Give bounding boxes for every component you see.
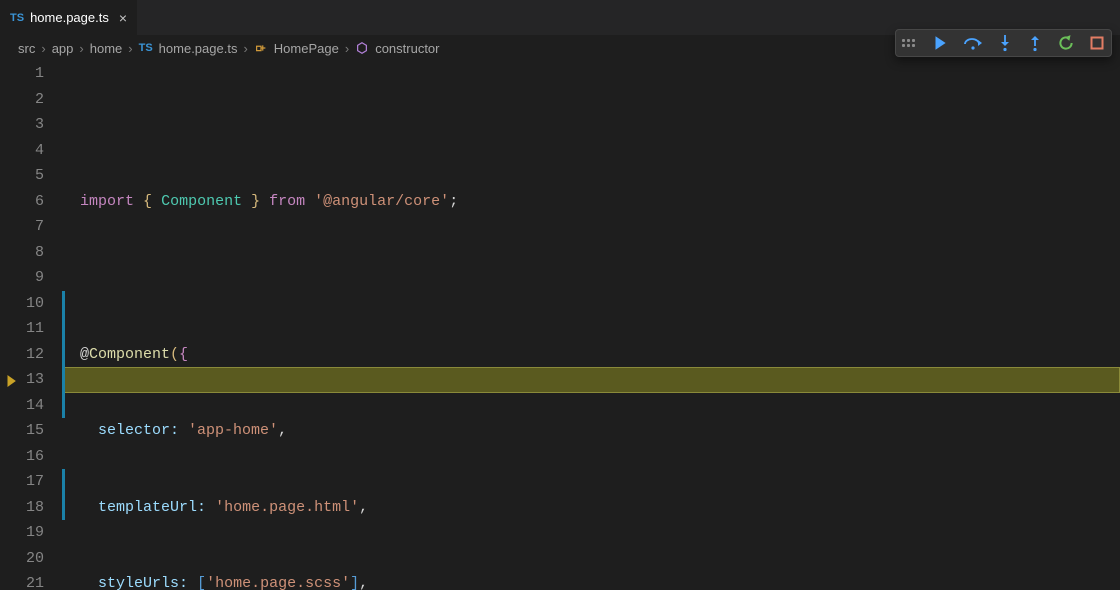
tab-title: home.page.ts — [30, 10, 109, 25]
step-over-button[interactable] — [963, 34, 983, 52]
code-content[interactable]: import { Component } from '@angular/core… — [62, 61, 1120, 590]
line-number-gutter: 1234 5678 9101112 13141516 17181920 21 — [0, 61, 62, 590]
crumb-method[interactable]: constructor — [375, 41, 439, 56]
chevron-right-icon: › — [243, 41, 247, 56]
close-icon[interactable]: × — [119, 11, 127, 25]
step-into-button[interactable] — [997, 34, 1013, 52]
typescript-icon: TS — [139, 42, 153, 54]
class-icon — [254, 41, 268, 55]
breadcrumb-bar: src › app › home › TS home.page.ts › Hom… — [0, 35, 1120, 61]
stop-button[interactable] — [1089, 35, 1105, 51]
step-out-button[interactable] — [1027, 34, 1043, 52]
crumb-file[interactable]: home.page.ts — [159, 41, 238, 56]
crumb-app[interactable]: app — [52, 41, 74, 56]
code-editor[interactable]: 1234 5678 9101112 13141516 17181920 21 i… — [0, 61, 1120, 590]
crumb-home[interactable]: home — [90, 41, 123, 56]
continue-button[interactable] — [931, 34, 949, 52]
drag-handle-icon[interactable] — [902, 39, 915, 47]
chevron-right-icon: › — [345, 41, 349, 56]
method-icon — [355, 41, 369, 55]
restart-button[interactable] — [1057, 34, 1075, 52]
crumb-src[interactable]: src — [18, 41, 35, 56]
editor-tab[interactable]: TS home.page.ts × — [0, 0, 138, 35]
crumb-class[interactable]: HomePage — [274, 41, 339, 56]
chevron-right-icon: › — [41, 41, 45, 56]
breakpoint-icon[interactable] — [4, 372, 18, 386]
debug-toolbar — [895, 29, 1112, 57]
breadcrumb: src › app › home › TS home.page.ts › Hom… — [18, 41, 440, 56]
chevron-right-icon: › — [79, 41, 83, 56]
chevron-right-icon: › — [128, 41, 132, 56]
typescript-icon: TS — [10, 12, 24, 24]
